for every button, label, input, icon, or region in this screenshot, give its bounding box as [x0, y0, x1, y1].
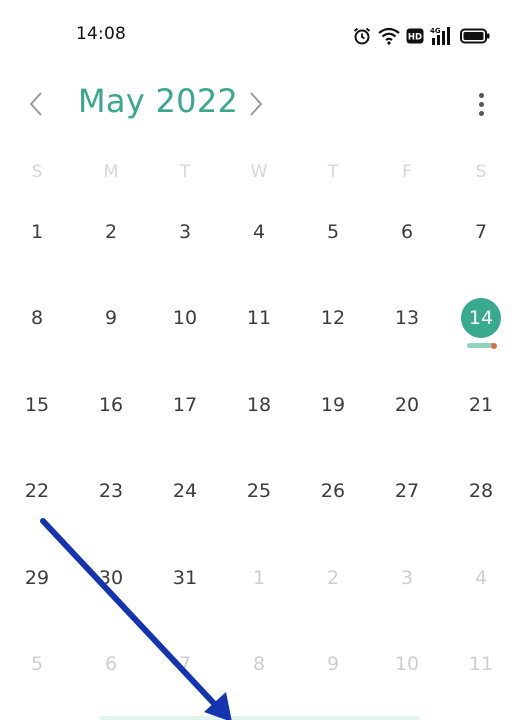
calendar-day[interactable]: 23 [85, 465, 137, 517]
calendar-day[interactable]: 4 [233, 206, 285, 258]
calendar-day[interactable]: 12 [307, 292, 359, 344]
calendar-day[interactable]: 18 [233, 379, 285, 431]
calendar-day-next-month[interactable]: 2 [307, 552, 359, 604]
calendar-day[interactable]: 26 [307, 465, 359, 517]
calendar-day-next-month[interactable]: 9 [307, 638, 359, 690]
calendar-day-next-month[interactable]: 3 [381, 552, 433, 604]
calendar-day-next-month[interactable]: 4 [455, 552, 507, 604]
calendar-day[interactable]: 16 [85, 379, 137, 431]
calendar-grid: 1 2 3 4 5 6 7 8 9 10 11 12 13 14 15 16 1… [0, 0, 520, 720]
calendar-day[interactable]: 20 [381, 379, 433, 431]
calendar-day-next-month[interactable]: 5 [11, 638, 63, 690]
calendar-day-next-month[interactable]: 1 [233, 552, 285, 604]
calendar-day[interactable]: 19 [307, 379, 359, 431]
calendar-day[interactable]: 17 [159, 379, 211, 431]
calendar-day[interactable]: 21 [455, 379, 507, 431]
calendar-day-today[interactable]: 14 [455, 292, 507, 344]
calendar-day[interactable]: 10 [159, 292, 211, 344]
calendar-day[interactable]: 1 [11, 206, 63, 258]
event-indicator-dot [491, 343, 497, 349]
calendar-day[interactable]: 15 [11, 379, 63, 431]
calendar-day-next-month[interactable]: 7 [159, 638, 211, 690]
calendar-day[interactable]: 29 [11, 552, 63, 604]
calendar-day[interactable]: 22 [11, 465, 63, 517]
calendar-day[interactable]: 28 [455, 465, 507, 517]
calendar-day[interactable]: 5 [307, 206, 359, 258]
calendar-day[interactable]: 25 [233, 465, 285, 517]
calendar-day[interactable]: 30 [85, 552, 137, 604]
calendar-day[interactable]: 31 [159, 552, 211, 604]
today-marker: 14 [461, 298, 501, 338]
calendar-day[interactable]: 2 [85, 206, 137, 258]
calendar-day[interactable]: 8 [11, 292, 63, 344]
calendar-day-next-month[interactable]: 11 [455, 638, 507, 690]
calendar-day-next-month[interactable]: 8 [233, 638, 285, 690]
bottom-panel-edge [100, 716, 420, 720]
calendar-day[interactable]: 7 [455, 206, 507, 258]
calendar-day[interactable]: 13 [381, 292, 433, 344]
calendar-day[interactable]: 24 [159, 465, 211, 517]
calendar-day[interactable]: 3 [159, 206, 211, 258]
calendar-day[interactable]: 6 [381, 206, 433, 258]
calendar-day-next-month[interactable]: 10 [381, 638, 433, 690]
calendar-day[interactable]: 27 [381, 465, 433, 517]
calendar-day[interactable]: 11 [233, 292, 285, 344]
calendar-day-next-month[interactable]: 6 [85, 638, 137, 690]
calendar-day[interactable]: 9 [85, 292, 137, 344]
